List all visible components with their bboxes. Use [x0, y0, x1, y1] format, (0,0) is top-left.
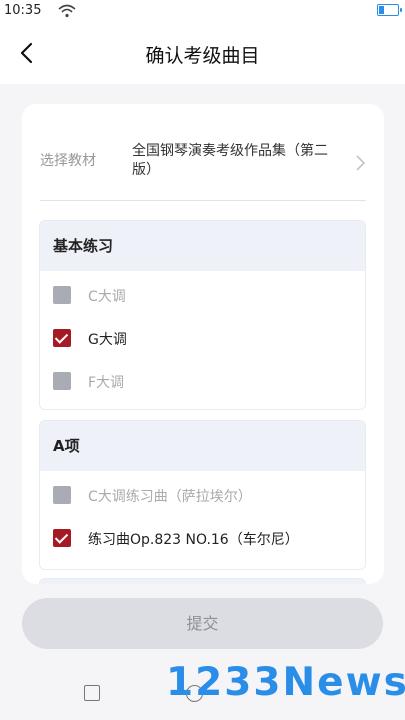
status-time: 10:35: [4, 3, 42, 18]
item-label: C大调: [88, 289, 126, 305]
list-item[interactable]: 练习曲Op.823 NO.16（车尔尼）: [40, 517, 365, 560]
section-a: A项 C大调练习曲（萨拉埃尔） 练习曲Op.823 NO.16（车尔尼）: [39, 420, 366, 570]
section-next-partial: [39, 578, 366, 584]
wifi-icon: [58, 4, 76, 18]
status-bar: 10:35: [0, 0, 405, 22]
section-header: A项: [40, 421, 365, 471]
submit-button[interactable]: 提交: [22, 598, 383, 649]
page-title: 确认考级曲目: [145, 45, 260, 67]
textbook-value: 全国钢琴演奏考级作品集（第二版）: [132, 143, 328, 178]
checkbox-checked[interactable]: [53, 329, 71, 347]
item-label: C大调练习曲（萨拉埃尔）: [88, 489, 252, 505]
list-item[interactable]: G大调: [40, 317, 365, 360]
checkbox[interactable]: [53, 486, 71, 504]
selection-card: 选择教材 全国钢琴演奏考级作品集（第二版） 基本练习 C大调 G大调 F大调 A…: [22, 104, 384, 584]
textbook-selector[interactable]: 选择教材 全国钢琴演奏考级作品集（第二版）: [40, 128, 366, 201]
checkbox[interactable]: [53, 286, 71, 304]
section-header-partial: [40, 579, 365, 584]
recent-apps-icon[interactable]: [84, 685, 100, 701]
list-item[interactable]: F大调: [40, 360, 365, 403]
section-basic-practice: 基本练习 C大调 G大调 F大调: [39, 220, 366, 410]
watermark-logo: 1233News: [166, 660, 405, 705]
textbook-label: 选择教材: [40, 153, 96, 169]
item-label: G大调: [88, 332, 127, 348]
item-label: F大调: [88, 375, 125, 391]
section-header: 基本练习: [40, 221, 365, 271]
nav-bar: 确认考级曲目: [0, 22, 405, 84]
chevron-right-icon: [356, 155, 366, 171]
item-label: 练习曲Op.823 NO.16（车尔尼）: [88, 532, 299, 548]
list-item[interactable]: C大调练习曲（萨拉埃尔）: [40, 474, 365, 517]
checkbox-checked[interactable]: [53, 529, 71, 547]
battery-icon: [377, 4, 402, 16]
list-item[interactable]: C大调: [40, 274, 365, 317]
checkbox[interactable]: [53, 372, 71, 390]
